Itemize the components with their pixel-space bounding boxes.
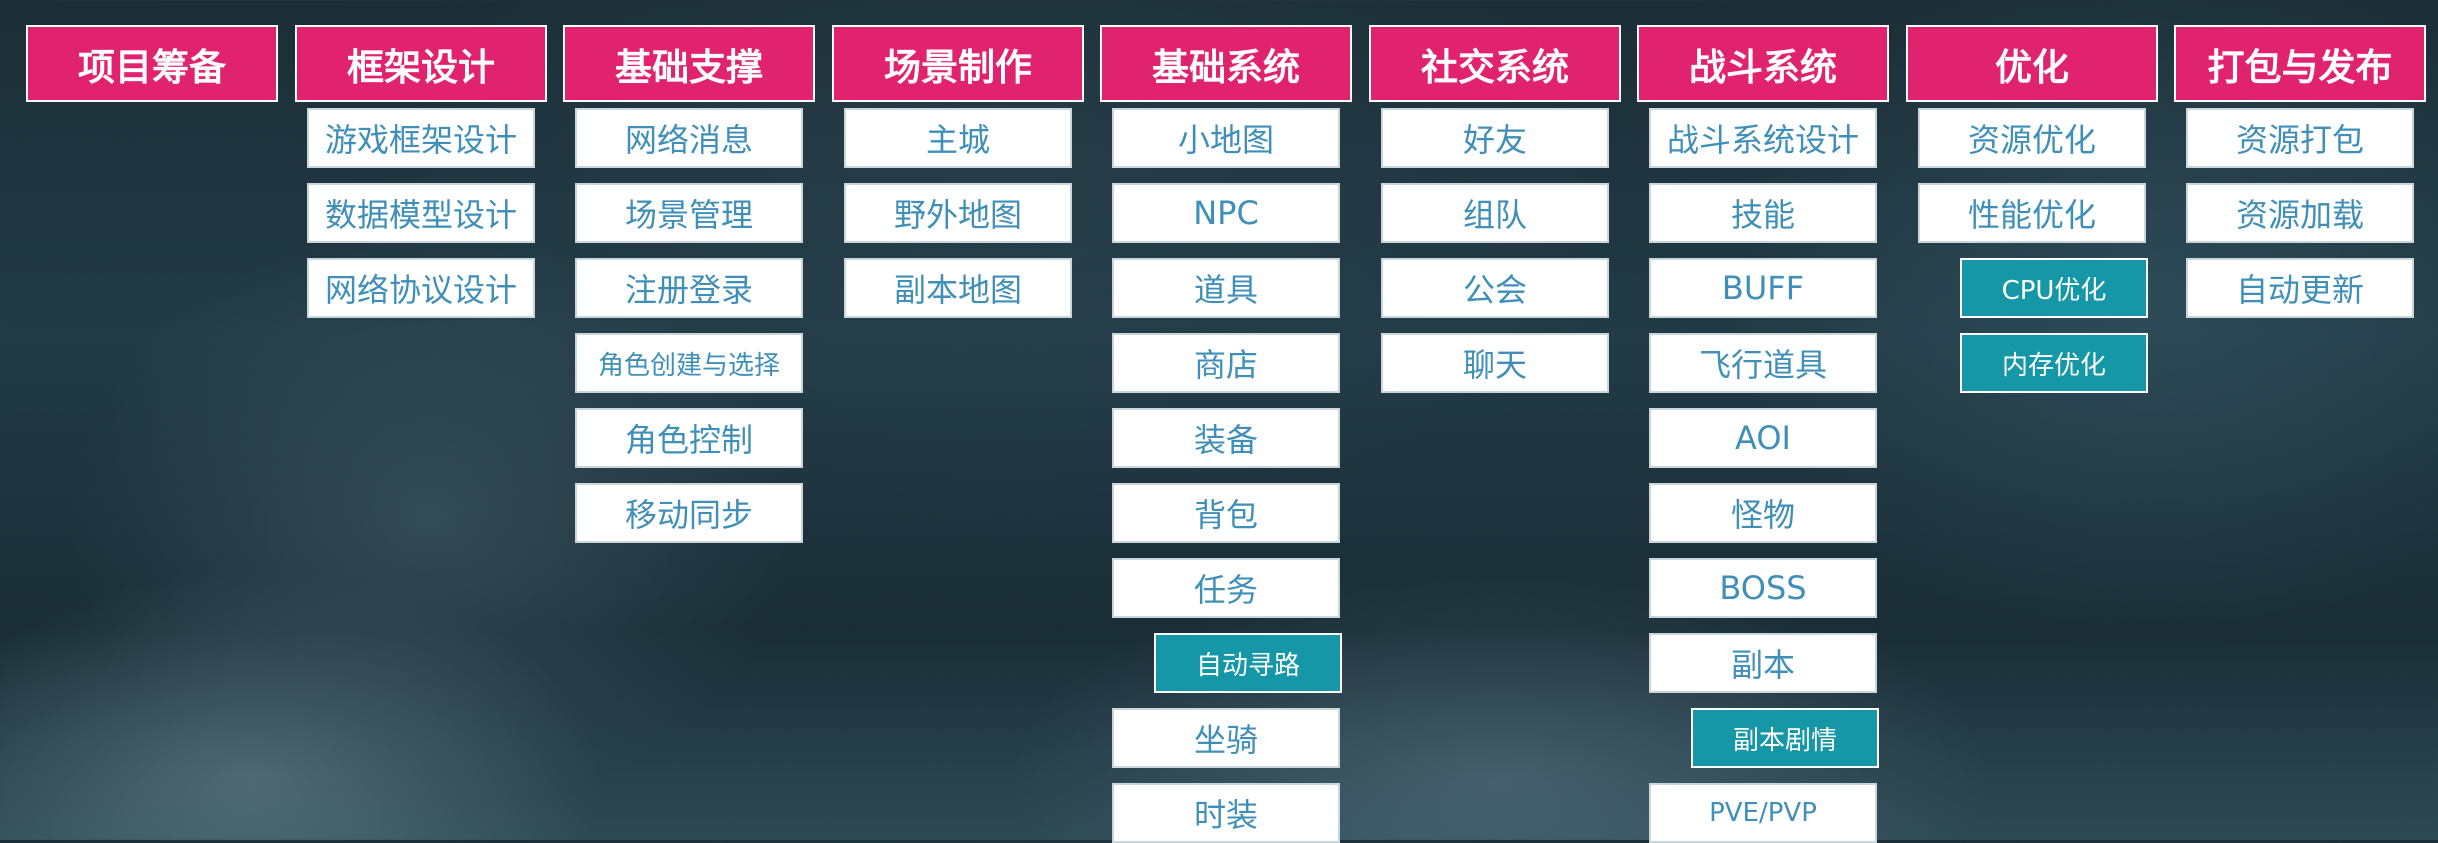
sub-task-item: CPU优化 [1960,258,2148,318]
task-item: 副本 [1649,633,1877,693]
task-item: 移动同步 [575,483,803,543]
task-item: 场景管理 [575,183,803,243]
task-item: 野外地图 [844,183,1072,243]
column-header: 优化 [1906,25,2158,102]
task-item: 飞行道具 [1649,333,1877,393]
task-item: 好友 [1381,108,1609,168]
task-item: 资源加载 [2186,183,2414,243]
column-header: 项目筹备 [26,25,278,102]
task-item: 坐骑 [1112,708,1340,768]
task-item: PVE/PVP [1649,783,1877,843]
task-item: 组队 [1381,183,1609,243]
task-item: 商店 [1112,333,1340,393]
task-item: 角色控制 [575,408,803,468]
task-item: 时装 [1112,783,1340,843]
task-item: 公会 [1381,258,1609,318]
task-item: 怪物 [1649,483,1877,543]
task-item: 资源优化 [1918,108,2146,168]
task-item: 游戏框架设计 [307,108,535,168]
task-item: 道具 [1112,258,1340,318]
task-item: 资源打包 [2186,108,2414,168]
task-item: 装备 [1112,408,1340,468]
column-header: 战斗系统 [1637,25,1889,102]
roadmap-diagram: 项目筹备 框架设计 游戏框架设计 数据模型设计 网络协议设计 基础支撑 网络消息场景管理注册… [0,0,2438,843]
sub-task-item: 内存优化 [1960,333,2148,393]
column-header: 框架设计 [295,25,547,102]
sub-task-item: 副本剧情 [1691,708,1879,768]
task-item: 战斗系统设计 [1649,108,1877,168]
column-header: 社交系统 [1369,25,1621,102]
task-item: 注册登录 [575,258,803,318]
task-item: 自动更新 [2186,258,2414,318]
task-item: 网络协议设计 [307,258,535,318]
task-item: 数据模型设计 [307,183,535,243]
task-item: 性能优化 [1918,183,2146,243]
task-item: 背包 [1112,483,1340,543]
task-item: 任务 [1112,558,1340,618]
column-header: 打包与发布 [2174,25,2426,102]
sub-task-item: 自动寻路 [1154,633,1342,693]
task-item: BOSS [1649,558,1877,618]
column-header: 基础系统 [1100,25,1352,102]
task-item: 小地图 [1112,108,1340,168]
task-item: 主城 [844,108,1072,168]
task-item: NPC [1112,183,1340,243]
task-item: 网络消息 [575,108,803,168]
task-item: AOI [1649,408,1877,468]
task-item: BUFF [1649,258,1877,318]
task-item: 技能 [1649,183,1877,243]
task-item: 角色创建与选择 [575,333,803,393]
column-header: 场景制作 [832,25,1084,102]
task-item: 聊天 [1381,333,1609,393]
task-item: 副本地图 [844,258,1072,318]
column-header: 基础支撑 [563,25,815,102]
